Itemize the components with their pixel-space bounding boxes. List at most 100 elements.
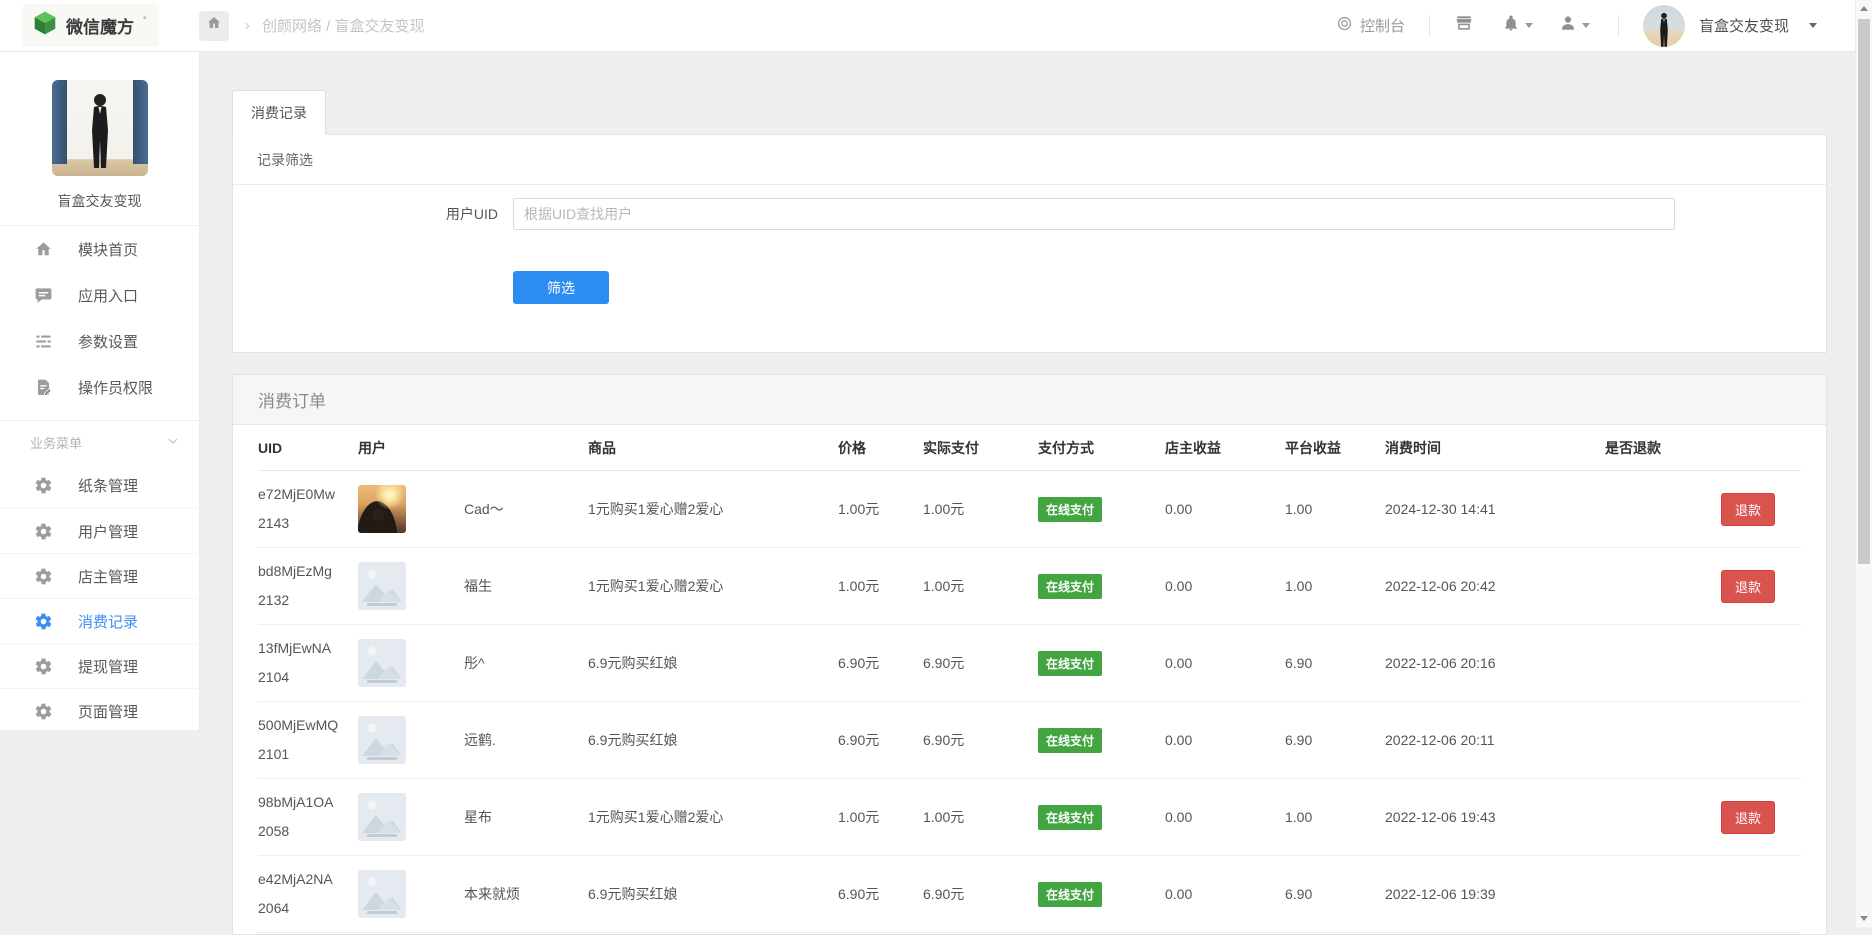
app-logo[interactable]: 微信魔方 ° <box>22 4 159 47</box>
user-icon <box>1559 14 1577 37</box>
user-name: 彤^ <box>464 653 485 673</box>
cell-owner-income: 0.00 <box>1165 655 1285 671</box>
cell-product: 1元购买1爱心赠2爱心 <box>588 499 838 519</box>
user-name: 福生 <box>464 576 492 596</box>
cell-paid: 6.90元 <box>923 653 1038 673</box>
cell-platform-income: 6.90 <box>1285 886 1385 902</box>
account-avatar[interactable] <box>1643 5 1685 47</box>
filter-submit-button[interactable]: 筛选 <box>513 271 609 304</box>
cell-price: 6.90元 <box>838 653 923 673</box>
person-silhouette <box>1654 11 1673 47</box>
browser-scrollbar[interactable] <box>1855 0 1872 927</box>
gear-icon <box>33 702 53 721</box>
home-icon <box>33 240 53 259</box>
uid-number: 2132 <box>258 586 358 615</box>
cell-paid: 6.90元 <box>923 884 1038 904</box>
cell-time: 2022-12-06 19:39 <box>1385 886 1605 902</box>
console-link[interactable]: 控制台 <box>1336 15 1405 36</box>
cell-platform-income: 1.00 <box>1285 809 1385 825</box>
cell-paid: 6.90元 <box>923 730 1038 750</box>
sidebar-section-business-menu[interactable]: 业务菜单 <box>0 421 199 463</box>
col-uid: UID <box>258 440 358 456</box>
sidebar-item-label: 模块首页 <box>78 239 138 260</box>
scrollbar-up-arrow-icon[interactable] <box>1856 0 1872 17</box>
tab-consumption-records[interactable]: 消费记录 <box>232 90 326 135</box>
sidebar-item-operator-permission[interactable]: 操作员权限 <box>0 364 199 410</box>
filter-panel: 记录筛选 用户UID 筛选 <box>232 134 1827 353</box>
sidebar-item-module-home[interactable]: 模块首页 <box>0 226 199 272</box>
cell-refund: 退款 <box>1605 801 1801 834</box>
uid-label: 用户UID <box>233 204 513 224</box>
sidebar-item-notes-management[interactable]: 纸条管理 <box>0 463 199 508</box>
thumbnail-curtain <box>52 80 67 164</box>
sidebar-item-consumption-records[interactable]: 消费记录 <box>0 598 199 643</box>
user-avatar-placeholder <box>358 793 406 841</box>
cell-price: 1.00元 <box>838 807 923 827</box>
breadcrumb[interactable]: 创颜网络 / 盲盒交友变现 <box>262 15 425 36</box>
refund-button[interactable]: 退款 <box>1721 570 1775 603</box>
orders-table: UID 用户 商品 价格 实际支付 支付方式 店主收益 平台收益 消费时间 是否… <box>258 425 1801 933</box>
home-icon <box>206 15 222 36</box>
refund-button[interactable]: 退款 <box>1721 801 1775 834</box>
cell-owner-income: 0.00 <box>1165 809 1285 825</box>
sidebar-item-app-entry[interactable]: 应用入口 <box>0 272 199 318</box>
operator-icon <box>33 378 53 397</box>
notifications-button[interactable] <box>1502 14 1533 37</box>
col-product: 商品 <box>588 438 838 458</box>
store-icon <box>1454 13 1474 38</box>
sidebar-item-params[interactable]: 参数设置 <box>0 318 199 364</box>
refund-button[interactable]: 退款 <box>1721 493 1775 526</box>
table-row: 13fMjEwNA 2104 彤^ 6.9元购买红娘 6.90元 6.90元 在… <box>258 625 1801 702</box>
topbar-right-controls: 控制台 盲盒交友变现 <box>1336 5 1817 47</box>
home-button[interactable] <box>199 11 229 41</box>
app-logo-text: 微信魔方 <box>66 13 134 38</box>
col-owner-income: 店主收益 <box>1165 438 1285 458</box>
cell-uid: e72MjE0Mw 2143 <box>258 480 358 538</box>
user-avatar-photo <box>358 485 406 533</box>
user-menu-button[interactable] <box>1559 14 1590 37</box>
uid-search-input[interactable] <box>513 198 1675 230</box>
sidebar-item-page-management[interactable]: 页面管理 <box>0 688 199 733</box>
account-caret-down-icon[interactable] <box>1809 23 1817 28</box>
topbar-divider <box>1429 15 1430 37</box>
uid-number: 2058 <box>258 817 358 846</box>
cell-price: 1.00元 <box>838 576 923 596</box>
cell-time: 2024-12-30 14:41 <box>1385 501 1605 517</box>
account-name[interactable]: 盲盒交友变现 <box>1699 15 1789 36</box>
cell-refund: 退款 <box>1605 570 1801 603</box>
filter-panel-title: 记录筛选 <box>233 135 1826 185</box>
sidebar-item-withdrawal-management[interactable]: 提现管理 <box>0 643 199 688</box>
gear-icon <box>33 522 53 541</box>
scrollbar-down-arrow-icon[interactable] <box>1856 910 1872 927</box>
cell-platform-income: 6.90 <box>1285 655 1385 671</box>
cell-platform-income: 1.00 <box>1285 501 1385 517</box>
sidebar-item-label: 操作员权限 <box>78 377 153 398</box>
sidebar-main-menu: 模块首页 应用入口 参数设置 操作员权限 <box>0 226 199 410</box>
sidebar-item-label: 店主管理 <box>78 566 138 587</box>
store-button[interactable] <box>1454 13 1474 38</box>
sidebar-item-user-management[interactable]: 用户管理 <box>0 508 199 553</box>
sidebar-item-label: 参数设置 <box>78 331 138 352</box>
scrollbar-thumb[interactable] <box>1858 19 1870 564</box>
col-platform-income: 平台收益 <box>1285 438 1385 458</box>
gear-icon <box>33 657 53 676</box>
cell-user: 本来就烦 <box>358 870 588 918</box>
col-price: 价格 <box>838 438 923 458</box>
cell-platform-income: 6.90 <box>1285 732 1385 748</box>
cube-logo-icon <box>32 10 58 41</box>
payment-badge: 在线支付 <box>1038 651 1102 676</box>
sidebar-item-label: 应用入口 <box>78 285 138 306</box>
sidebar: 盲盒交友变现 模块首页 应用入口 参数设置 操作员权限 <box>0 52 200 730</box>
cell-uid: bd8MjEzMg 2132 <box>258 557 358 615</box>
cell-product: 6.9元购买红娘 <box>588 884 838 904</box>
cell-time: 2022-12-06 20:16 <box>1385 655 1605 671</box>
cell-uid: 98bMjA1OA 2058 <box>258 788 358 846</box>
uid-number: 2104 <box>258 663 358 692</box>
cell-paid: 1.00元 <box>923 499 1038 519</box>
user-avatar-placeholder <box>358 562 406 610</box>
sidebar-item-label: 页面管理 <box>78 701 138 722</box>
topbar-divider <box>1618 15 1619 37</box>
sidebar-item-shop-owner-management[interactable]: 店主管理 <box>0 553 199 598</box>
gear-icon <box>33 476 53 495</box>
sidebar-app-name: 盲盒交友变现 <box>0 191 199 211</box>
